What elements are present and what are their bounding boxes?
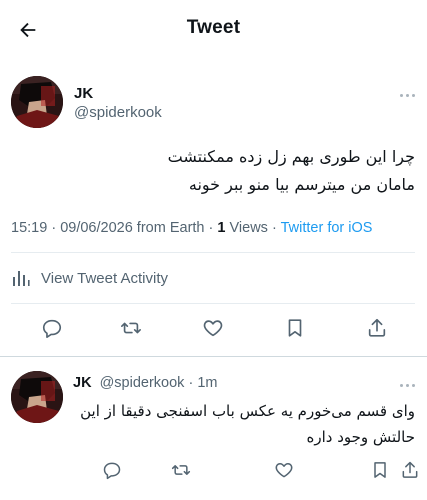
meta-separator: · xyxy=(188,375,194,391)
page-title: Tweet xyxy=(186,17,241,38)
activity-label: View Tweet Activity xyxy=(41,269,169,287)
reply-text-line: وای قسم می‌خورم یه عکس باب اسفنجی دقیقا … xyxy=(80,402,415,420)
share-icon xyxy=(402,461,418,478)
reply-more-options-button[interactable] xyxy=(400,384,415,387)
comment-bubble-icon xyxy=(42,319,62,338)
retweet-arrows-icon xyxy=(121,322,141,334)
bookmark-icon xyxy=(374,462,386,478)
bookmark-icon xyxy=(288,319,302,337)
reply-text-line: حالتش وجود داره xyxy=(306,428,416,446)
more-options-button[interactable] xyxy=(400,94,415,97)
meta-separator: · xyxy=(51,220,57,236)
comment-bubble-icon xyxy=(103,462,121,480)
reply-text: وای قسم می‌خورم یه عکس باب اسفنجی دقیقا … xyxy=(75,398,415,450)
tweet-date[interactable]: 09/06/2026 from Earth xyxy=(60,220,204,236)
divider xyxy=(11,303,415,304)
bar-chart-icon xyxy=(13,271,30,286)
more-dots-icon xyxy=(400,94,403,97)
bookmark-button[interactable] xyxy=(283,316,307,340)
tweet-text-line: مامان من میترسم بیا منو ببر خونه xyxy=(188,175,415,194)
reply-button[interactable] xyxy=(40,316,64,340)
more-dots-icon xyxy=(400,384,403,387)
views-count: 1 xyxy=(217,220,226,236)
reply-avatar[interactable] xyxy=(11,371,63,423)
top-bar: Tweet xyxy=(0,0,427,58)
tweet-meta: 15:19 · 09/06/2026 from Earth · 1 Views … xyxy=(11,220,372,236)
reply-share-button[interactable] xyxy=(398,458,422,482)
view-activity-button[interactable]: View Tweet Activity xyxy=(11,266,168,290)
divider xyxy=(11,252,415,253)
tweet-text-line: چرا این طوری بهم زل زده ممکنتشت xyxy=(167,147,415,166)
reply-reply-button[interactable] xyxy=(100,458,124,482)
tweet-source-link[interactable]: Twitter for iOS xyxy=(281,220,373,236)
heart-icon xyxy=(203,320,223,337)
avatar[interactable] xyxy=(11,76,63,128)
reply-author-handle[interactable]: @spiderkook xyxy=(100,375,185,391)
author-name[interactable]: JK xyxy=(74,85,93,102)
retweet-arrows-icon xyxy=(171,465,191,475)
meta-separator: · xyxy=(208,220,214,236)
retweet-button[interactable] xyxy=(119,316,143,340)
author-handle[interactable]: @spiderkook xyxy=(74,104,162,121)
tweet-time[interactable]: 15:19 xyxy=(11,220,47,236)
reply-time[interactable]: 1m xyxy=(197,375,217,391)
share-button[interactable] xyxy=(365,316,389,340)
reply-retweet-button[interactable] xyxy=(169,458,193,482)
section-divider xyxy=(0,356,427,357)
reply-bookmark-button[interactable] xyxy=(368,458,392,482)
reply-like-button[interactable] xyxy=(272,458,296,482)
heart-icon xyxy=(275,463,293,478)
meta-separator: · xyxy=(271,220,277,236)
share-icon xyxy=(368,318,386,337)
views-label: Views xyxy=(229,220,268,236)
reply-header: JK @spiderkook · 1m xyxy=(73,375,217,391)
like-button[interactable] xyxy=(201,316,225,340)
reply-author-name[interactable]: JK xyxy=(73,375,92,391)
tweet-text: چرا این طوری بهم زل زده ممکنتشت مامان من… xyxy=(15,143,415,199)
